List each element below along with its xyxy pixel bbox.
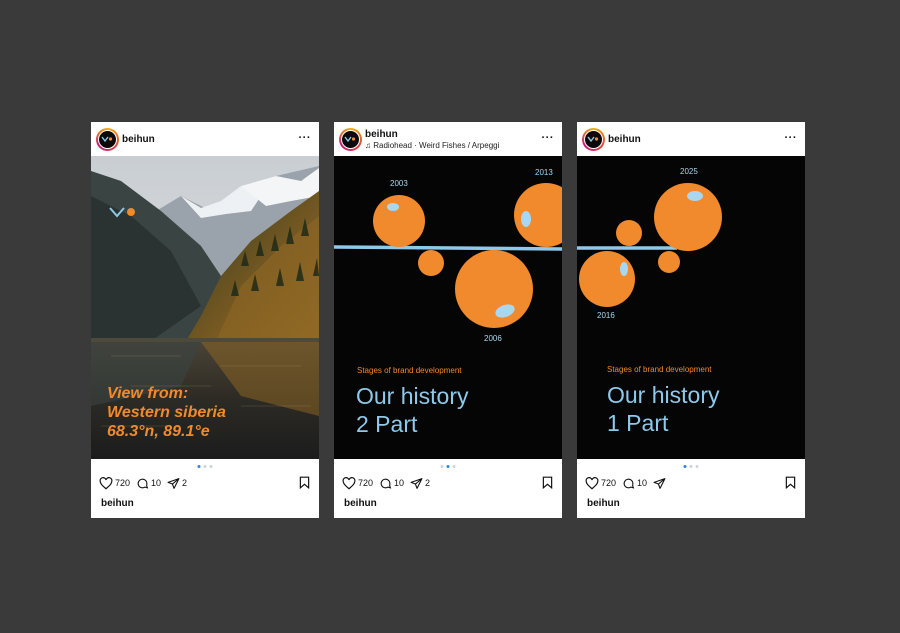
stage-label: Stages of brand development bbox=[607, 365, 712, 374]
comment-icon bbox=[380, 478, 392, 489]
share-button[interactable]: 2 bbox=[167, 477, 187, 490]
history-title: Our history 2 Part bbox=[356, 382, 468, 438]
year-label: 2016 bbox=[597, 311, 615, 320]
comment-icon bbox=[623, 478, 635, 489]
like-count: 720 bbox=[115, 478, 131, 488]
action-bar: 720 10 bbox=[585, 476, 672, 490]
carousel-dots bbox=[440, 465, 456, 468]
title-line-1: Our history bbox=[356, 383, 469, 409]
bookmark-icon[interactable] bbox=[299, 476, 310, 494]
location-caption: View from: Western siberia 68.3°n, 89.1°… bbox=[107, 384, 226, 441]
more-icon[interactable]: ··· bbox=[542, 132, 555, 144]
comment-icon bbox=[137, 478, 149, 489]
comment-count: 10 bbox=[637, 478, 648, 488]
post-card-2: beihun ♫ Radiohead · Weird Fishes / Arpe… bbox=[334, 122, 562, 518]
year-label: 2025 bbox=[680, 167, 698, 176]
location-line-2: Western siberia bbox=[107, 404, 226, 421]
avatar[interactable] bbox=[582, 128, 605, 151]
post-photo[interactable]: View from: Western siberia 68.3°n, 89.1°… bbox=[91, 156, 319, 459]
history-title: Our history 1 Part bbox=[607, 381, 719, 437]
location-line-3: 68.3°n, 89.1°e bbox=[107, 423, 210, 440]
like-button[interactable]: 720 bbox=[585, 476, 617, 490]
share-count: 2 bbox=[425, 478, 431, 488]
post-header: beihun ♫ Radiohead · Weird Fishes / Arpe… bbox=[334, 122, 562, 156]
comment-button[interactable]: 10 bbox=[136, 477, 161, 490]
post-slide[interactable]: 2003 2013 2006 Stages of brand developme… bbox=[334, 156, 562, 459]
like-button[interactable]: 720 bbox=[99, 476, 131, 490]
post-header: beihun ··· bbox=[91, 122, 319, 156]
username[interactable]: beihun bbox=[365, 129, 398, 140]
carousel-dots bbox=[197, 465, 213, 468]
title-line-2: 1 Part bbox=[607, 410, 669, 436]
comment-count: 10 bbox=[151, 478, 162, 488]
avatar[interactable] bbox=[96, 128, 119, 151]
share-button[interactable]: 2 bbox=[410, 477, 430, 490]
post-slide[interactable]: 2025 2016 Stages of brand development Ou… bbox=[577, 156, 805, 459]
heart-icon bbox=[585, 476, 599, 490]
audio-track[interactable]: ♫ Radiohead · Weird Fishes / Arpeggi bbox=[365, 141, 499, 150]
more-icon[interactable]: ··· bbox=[299, 132, 312, 144]
location-line-1: View from: bbox=[107, 385, 189, 402]
like-button[interactable]: 720 bbox=[342, 476, 374, 490]
action-bar: 720 10 2 bbox=[342, 476, 436, 490]
comment-button[interactable]: 10 bbox=[379, 477, 404, 490]
bookmark-icon[interactable] bbox=[785, 476, 796, 494]
title-line-2: 2 Part bbox=[356, 411, 418, 437]
more-icon[interactable]: ··· bbox=[785, 132, 798, 144]
username[interactable]: beihun bbox=[608, 134, 641, 145]
caption-username[interactable]: beihun bbox=[344, 498, 377, 509]
send-icon bbox=[410, 477, 423, 489]
post-header: beihun ··· bbox=[577, 122, 805, 156]
stage-label: Stages of brand development bbox=[357, 366, 462, 375]
audio-track-label: Radiohead · Weird Fishes / Arpeggi bbox=[373, 141, 500, 150]
username[interactable]: beihun bbox=[122, 134, 155, 145]
carousel-dots bbox=[683, 465, 699, 468]
like-count: 720 bbox=[358, 478, 374, 488]
avatar[interactable] bbox=[339, 128, 362, 151]
post-card-3: beihun ··· 2025 2016 Stages of brand dev… bbox=[577, 122, 805, 518]
share-button[interactable] bbox=[653, 477, 666, 490]
caption-username[interactable]: beihun bbox=[101, 498, 134, 509]
action-bar: 720 10 2 bbox=[99, 476, 193, 490]
year-label: 2013 bbox=[535, 168, 553, 177]
heart-icon bbox=[99, 476, 113, 490]
year-label: 2006 bbox=[484, 334, 502, 343]
caption-username[interactable]: beihun bbox=[587, 498, 620, 509]
post-card-1: beihun ··· View from: Western siberia 68… bbox=[91, 122, 319, 518]
comment-button[interactable]: 10 bbox=[622, 477, 647, 490]
heart-icon bbox=[342, 476, 356, 490]
bookmark-icon[interactable] bbox=[542, 476, 553, 494]
send-icon bbox=[167, 477, 180, 489]
comment-count: 10 bbox=[394, 478, 405, 488]
send-icon bbox=[653, 477, 666, 489]
title-line-1: Our history bbox=[607, 382, 720, 408]
music-note-icon: ♫ bbox=[365, 141, 371, 150]
like-count: 720 bbox=[601, 478, 617, 488]
share-count: 2 bbox=[182, 478, 188, 488]
year-label: 2003 bbox=[390, 179, 408, 188]
